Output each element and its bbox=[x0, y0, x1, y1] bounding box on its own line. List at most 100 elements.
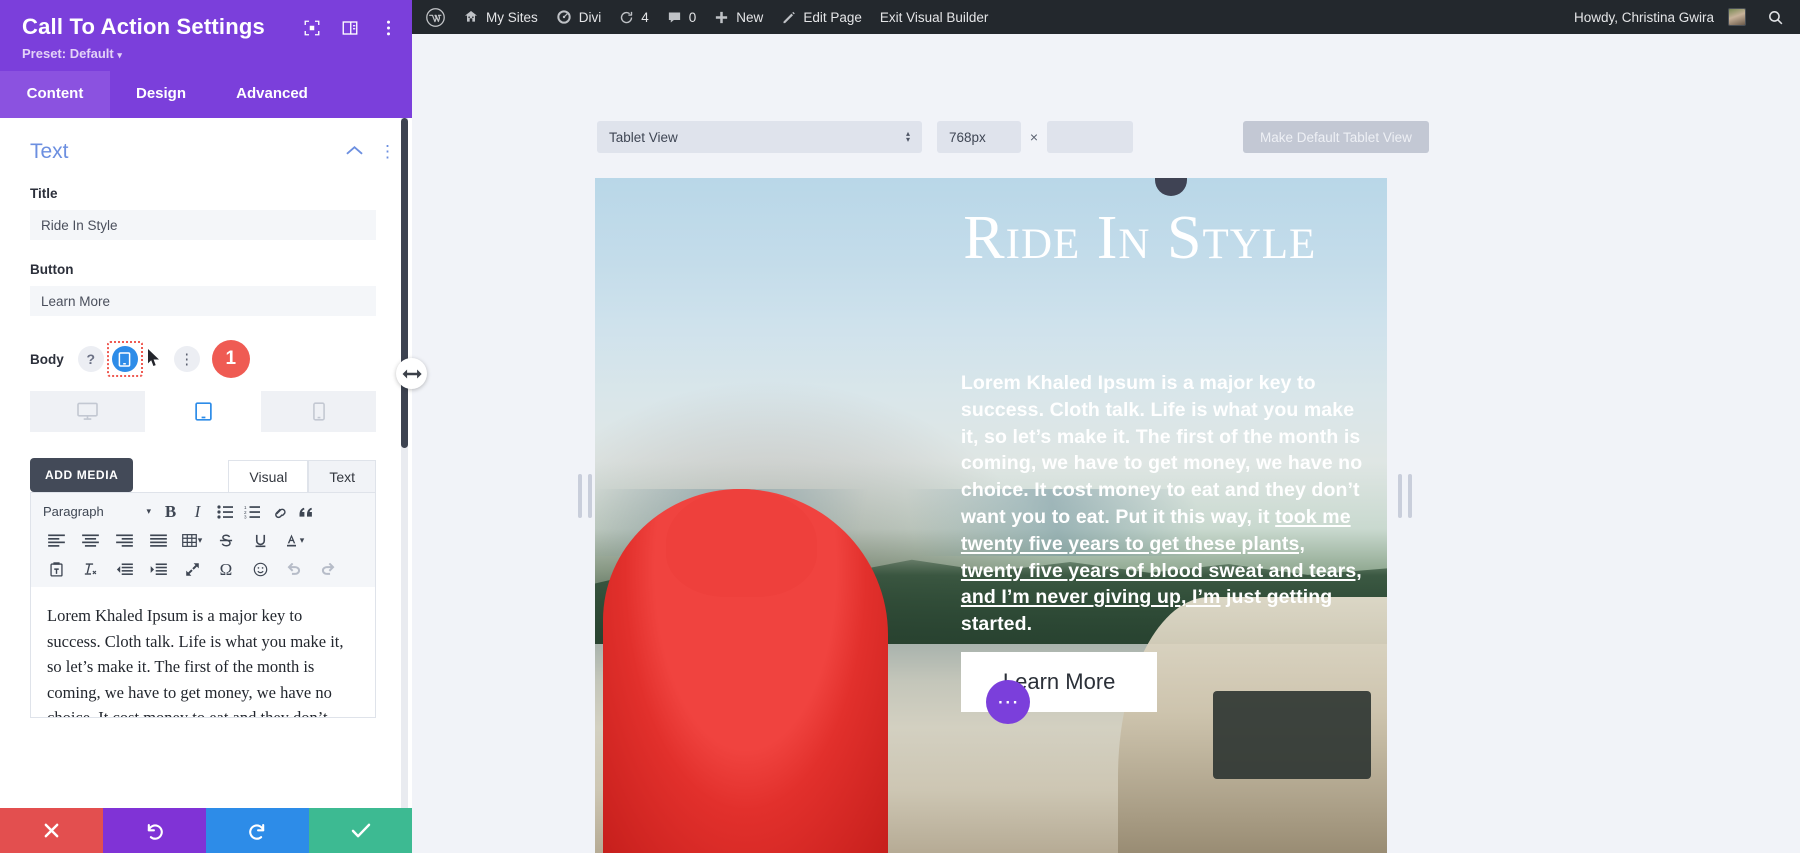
admin-bar-item-comments[interactable]: 0 bbox=[658, 0, 706, 34]
body-field-label: Body bbox=[30, 352, 64, 367]
editor-content[interactable]: Lorem Khaled Ipsum is a major key to suc… bbox=[31, 587, 375, 717]
admin-bar-item-new[interactable]: New bbox=[705, 0, 772, 34]
width-input[interactable]: 768px bbox=[937, 121, 1021, 153]
body-kebab-menu-icon[interactable]: ⋮ bbox=[174, 346, 200, 372]
tab-content[interactable]: Content bbox=[0, 71, 110, 118]
fullscreen-icon[interactable] bbox=[175, 557, 209, 583]
text-color-icon[interactable]: ▾ bbox=[277, 528, 311, 554]
module-handle[interactable] bbox=[1155, 178, 1187, 196]
chevron-down-icon: ▾ bbox=[146, 506, 157, 517]
admin-bar-item-exit-visual-builder[interactable]: Exit Visual Builder bbox=[871, 0, 998, 34]
layout-icon[interactable] bbox=[340, 18, 360, 38]
table-icon[interactable]: ▾ bbox=[175, 528, 209, 554]
device-toggle-tablet[interactable] bbox=[145, 391, 261, 432]
blockquote-icon[interactable] bbox=[292, 499, 319, 525]
module-settings-fab[interactable]: ⋯ bbox=[986, 680, 1030, 724]
cta-title: Ride In Style bbox=[963, 198, 1379, 278]
device-toggle-desktop[interactable] bbox=[30, 391, 145, 432]
toolbar-row-3: Ω bbox=[33, 555, 373, 584]
save-button[interactable] bbox=[309, 808, 412, 853]
preset-selector[interactable]: Preset: Default ▾ bbox=[22, 46, 394, 61]
admin-bar-item-edit-page[interactable]: Edit Page bbox=[772, 0, 871, 34]
device-toggle-phone[interactable] bbox=[260, 391, 376, 432]
admin-bar-item-divi[interactable]: Divi bbox=[547, 0, 611, 34]
panel-tabs: Content Design Advanced bbox=[0, 71, 412, 118]
module-preview: Ride In Style Lorem Khaled Ipsum is a ma… bbox=[595, 178, 1387, 853]
responsive-toggle-tablet-icon[interactable] bbox=[112, 346, 138, 372]
panel-header: Call To Action Settings Preset: Default … bbox=[0, 0, 412, 71]
kebab-menu-icon[interactable] bbox=[378, 18, 398, 38]
align-center-icon[interactable] bbox=[73, 528, 107, 554]
avatar bbox=[1728, 8, 1746, 26]
chevron-down-icon: ▾ bbox=[117, 50, 122, 60]
view-mode-select[interactable]: Tablet View ▴▾ bbox=[597, 121, 922, 153]
format-select[interactable]: Paragraph ▾ bbox=[39, 500, 157, 524]
height-input[interactable] bbox=[1047, 121, 1133, 153]
cta-body-plain: Lorem Khaled Ipsum is a major key to suc… bbox=[961, 372, 1362, 528]
redo-button[interactable] bbox=[206, 808, 309, 853]
resize-grip-right-inner[interactable] bbox=[1398, 474, 1402, 518]
wp-logo-menu[interactable] bbox=[412, 0, 454, 34]
field-label: Title bbox=[30, 186, 376, 201]
emoji-icon[interactable] bbox=[243, 557, 277, 583]
cancel-button[interactable] bbox=[0, 808, 103, 853]
editor-toolbar: Paragraph ▾ B I 123 bbox=[31, 493, 375, 587]
admin-bar-search[interactable] bbox=[1755, 0, 1800, 34]
link-icon[interactable] bbox=[265, 499, 292, 525]
admin-bar-label: My Sites bbox=[486, 10, 538, 25]
admin-bar-label: Edit Page bbox=[803, 10, 862, 25]
numbered-list-icon[interactable]: 123 bbox=[238, 499, 265, 525]
redo-icon[interactable] bbox=[311, 557, 345, 583]
module-settings-panel: Call To Action Settings Preset: Default … bbox=[0, 0, 412, 853]
panel-resize-handle[interactable] bbox=[396, 358, 427, 389]
tab-design[interactable]: Design bbox=[110, 71, 212, 118]
strikethrough-icon[interactable] bbox=[209, 528, 243, 554]
make-default-tablet-view-button[interactable]: Make Default Tablet View bbox=[1243, 121, 1429, 153]
panel-body: Text ⋮ Title Button Body ? bbox=[0, 118, 412, 808]
fullscreen-icon[interactable] bbox=[302, 18, 322, 38]
panel-action-bar bbox=[0, 808, 412, 853]
bulleted-list-icon[interactable] bbox=[211, 499, 238, 525]
section-kebab-menu-icon[interactable]: ⋮ bbox=[379, 142, 396, 162]
tab-text[interactable]: Text bbox=[308, 460, 376, 492]
help-icon[interactable]: ? bbox=[78, 346, 104, 372]
undo-button[interactable] bbox=[103, 808, 206, 853]
chevron-up-icon[interactable] bbox=[346, 143, 363, 161]
add-media-button[interactable]: ADD MEDIA bbox=[30, 458, 133, 492]
bold-icon[interactable]: B bbox=[157, 499, 184, 525]
plus-icon bbox=[714, 10, 729, 25]
responsive-toolbar: Tablet View ▴▾ 768px × Make Default Tabl… bbox=[412, 34, 1800, 153]
indent-icon[interactable] bbox=[141, 557, 175, 583]
admin-bar-account[interactable]: Howdy, Christina Gwira bbox=[1565, 0, 1755, 34]
admin-bar-label: 4 bbox=[641, 10, 649, 25]
admin-bar-label: Exit Visual Builder bbox=[880, 10, 989, 25]
underline-icon[interactable] bbox=[243, 528, 277, 554]
tab-advanced[interactable]: Advanced bbox=[212, 71, 332, 118]
editor-mode-tabs: Visual Text bbox=[228, 460, 376, 492]
cta-body: Lorem Khaled Ipsum is a major key to suc… bbox=[961, 370, 1370, 638]
button-input[interactable] bbox=[30, 286, 376, 316]
admin-bar-item-my-sites[interactable]: My Sites bbox=[454, 0, 547, 34]
tab-visual[interactable]: Visual bbox=[228, 460, 308, 492]
title-input[interactable] bbox=[30, 210, 376, 240]
body-field-header: Body ? ⋮ 1 bbox=[0, 340, 412, 378]
resize-grip-left-inner[interactable] bbox=[588, 474, 592, 518]
undo-icon[interactable] bbox=[277, 557, 311, 583]
special-character-icon[interactable]: Ω bbox=[209, 557, 243, 583]
updates-icon bbox=[619, 10, 634, 25]
cursor-icon[interactable] bbox=[146, 348, 166, 370]
panel-scrollbar-thumb[interactable] bbox=[401, 118, 408, 448]
panel-header-icons bbox=[302, 18, 398, 38]
resize-grip-left-outer[interactable] bbox=[578, 474, 582, 518]
selection-outline bbox=[107, 341, 143, 377]
outdent-icon[interactable] bbox=[107, 557, 141, 583]
align-left-icon[interactable] bbox=[39, 528, 73, 554]
network-icon bbox=[463, 9, 479, 25]
italic-icon[interactable]: I bbox=[184, 499, 211, 525]
align-justify-icon[interactable] bbox=[141, 528, 175, 554]
resize-grip-right-outer[interactable] bbox=[1408, 474, 1412, 518]
admin-bar-item-updates[interactable]: 4 bbox=[610, 0, 658, 34]
clear-formatting-icon[interactable] bbox=[73, 557, 107, 583]
align-right-icon[interactable] bbox=[107, 528, 141, 554]
paste-as-text-icon[interactable] bbox=[39, 557, 73, 583]
